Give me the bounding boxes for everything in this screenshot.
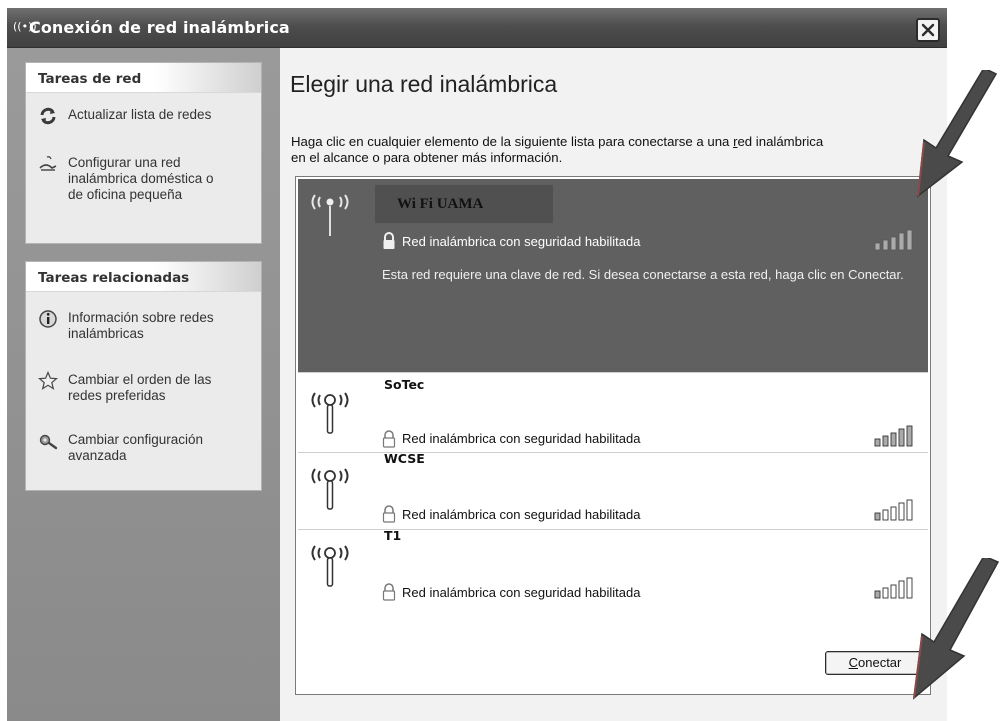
- network-security: Red inalámbrica con seguridad habilitada: [402, 585, 641, 600]
- sidebar-item-refresh-networks[interactable]: Actualizar lista de redes: [38, 107, 255, 126]
- network-item-t1[interactable]: T1 Red inalámbrica con seguridad habilit…: [298, 528, 928, 609]
- sidebar-item-info-wireless[interactable]: Información sobre redes inalámbricas: [38, 310, 243, 342]
- related-tasks-panel: Tareas relacionadas Información sobre re…: [25, 261, 262, 491]
- refresh-networks-label: Actualizar lista de redes: [68, 107, 212, 122]
- annotation-arrow-icon: [913, 558, 1000, 700]
- change-order-label: Cambiar el orden de las redes preferidas: [68, 372, 212, 403]
- network-security: Red inalámbrica con seguridad habilitada: [402, 507, 641, 522]
- lock-icon: [382, 430, 396, 448]
- signal-strength-icon: [874, 425, 913, 447]
- related-tasks-header[interactable]: Tareas relacionadas: [26, 262, 261, 292]
- info-wireless-label: Información sobre redes inalámbricas: [68, 310, 214, 341]
- network-list[interactable]: Wi Fi UAMA Red inalámbrica con seguridad…: [295, 176, 931, 695]
- lock-icon: [383, 232, 395, 249]
- network-security: Red inalámbrica con seguridad habilitada: [402, 234, 641, 249]
- antenna-icon: [311, 194, 349, 236]
- title-bar: ((•)) Conexión de red inalámbrica: [7, 8, 947, 48]
- antenna-icon: [311, 468, 349, 510]
- network-item-wifi-uama[interactable]: Wi Fi UAMA Red inalámbrica con seguridad…: [298, 179, 928, 372]
- network-item-wcse[interactable]: WCSE Red inalámbrica con seguridad habil…: [298, 451, 928, 529]
- network-tasks-panel: Tareas de red Actualizar lista de redes …: [25, 62, 262, 244]
- refresh-icon: [40, 107, 56, 125]
- setup-network-label: Configurar una red inalámbrica doméstica…: [68, 155, 214, 202]
- network-security: Red inalámbrica con seguridad habilitada: [402, 431, 641, 446]
- window-title: Conexión de red inalámbrica: [29, 18, 290, 37]
- close-icon: [921, 23, 935, 37]
- network-name: WCSE: [384, 451, 425, 466]
- lock-icon: [382, 505, 396, 523]
- network-item-sotec[interactable]: SoTec Red inalámbrica con seguridad habi…: [298, 372, 928, 452]
- network-name: Wi Fi UAMA: [397, 196, 484, 212]
- advanced-settings-label: Cambiar configuración avanzada: [68, 432, 204, 463]
- close-button[interactable]: [916, 18, 940, 42]
- sidebar-item-setup-network[interactable]: Configurar una red inalámbrica doméstica…: [38, 155, 228, 203]
- main-pane: Haga clic en cualquier elemento de la si…: [280, 48, 947, 721]
- info-icon: [39, 310, 57, 328]
- sidebar-item-advanced-settings[interactable]: Cambiar configuración avanzada: [38, 432, 243, 464]
- page-title: Elegir una red inalámbrica: [290, 71, 558, 97]
- network-description: Esta red requiere una clave de red. Si d…: [382, 267, 904, 282]
- star-icon: [38, 371, 58, 390]
- antenna-icon: [311, 545, 349, 587]
- settings-icon: [39, 434, 58, 450]
- wireless-connection-window: ((•)) Conexión de red inalámbrica Tareas…: [7, 8, 947, 721]
- sidebar-item-change-order[interactable]: Cambiar el orden de las redes preferidas: [38, 371, 243, 404]
- instructions-text: Haga clic en cualquier elemento de la si…: [291, 134, 824, 165]
- network-tasks-header[interactable]: Tareas de red: [26, 63, 261, 93]
- signal-strength-icon: [874, 229, 913, 251]
- antenna-icon: [311, 392, 349, 434]
- network-name: SoTec: [384, 377, 425, 392]
- network-name: T1: [384, 528, 402, 543]
- annotation-arrow-icon: [917, 70, 998, 198]
- sidebar: Tareas de red Actualizar lista de redes …: [7, 48, 280, 721]
- signal-strength-icon: [874, 499, 913, 521]
- lock-icon: [382, 583, 396, 601]
- network-name-box: Wi Fi UAMA: [375, 185, 553, 223]
- setup-network-icon: [39, 156, 57, 171]
